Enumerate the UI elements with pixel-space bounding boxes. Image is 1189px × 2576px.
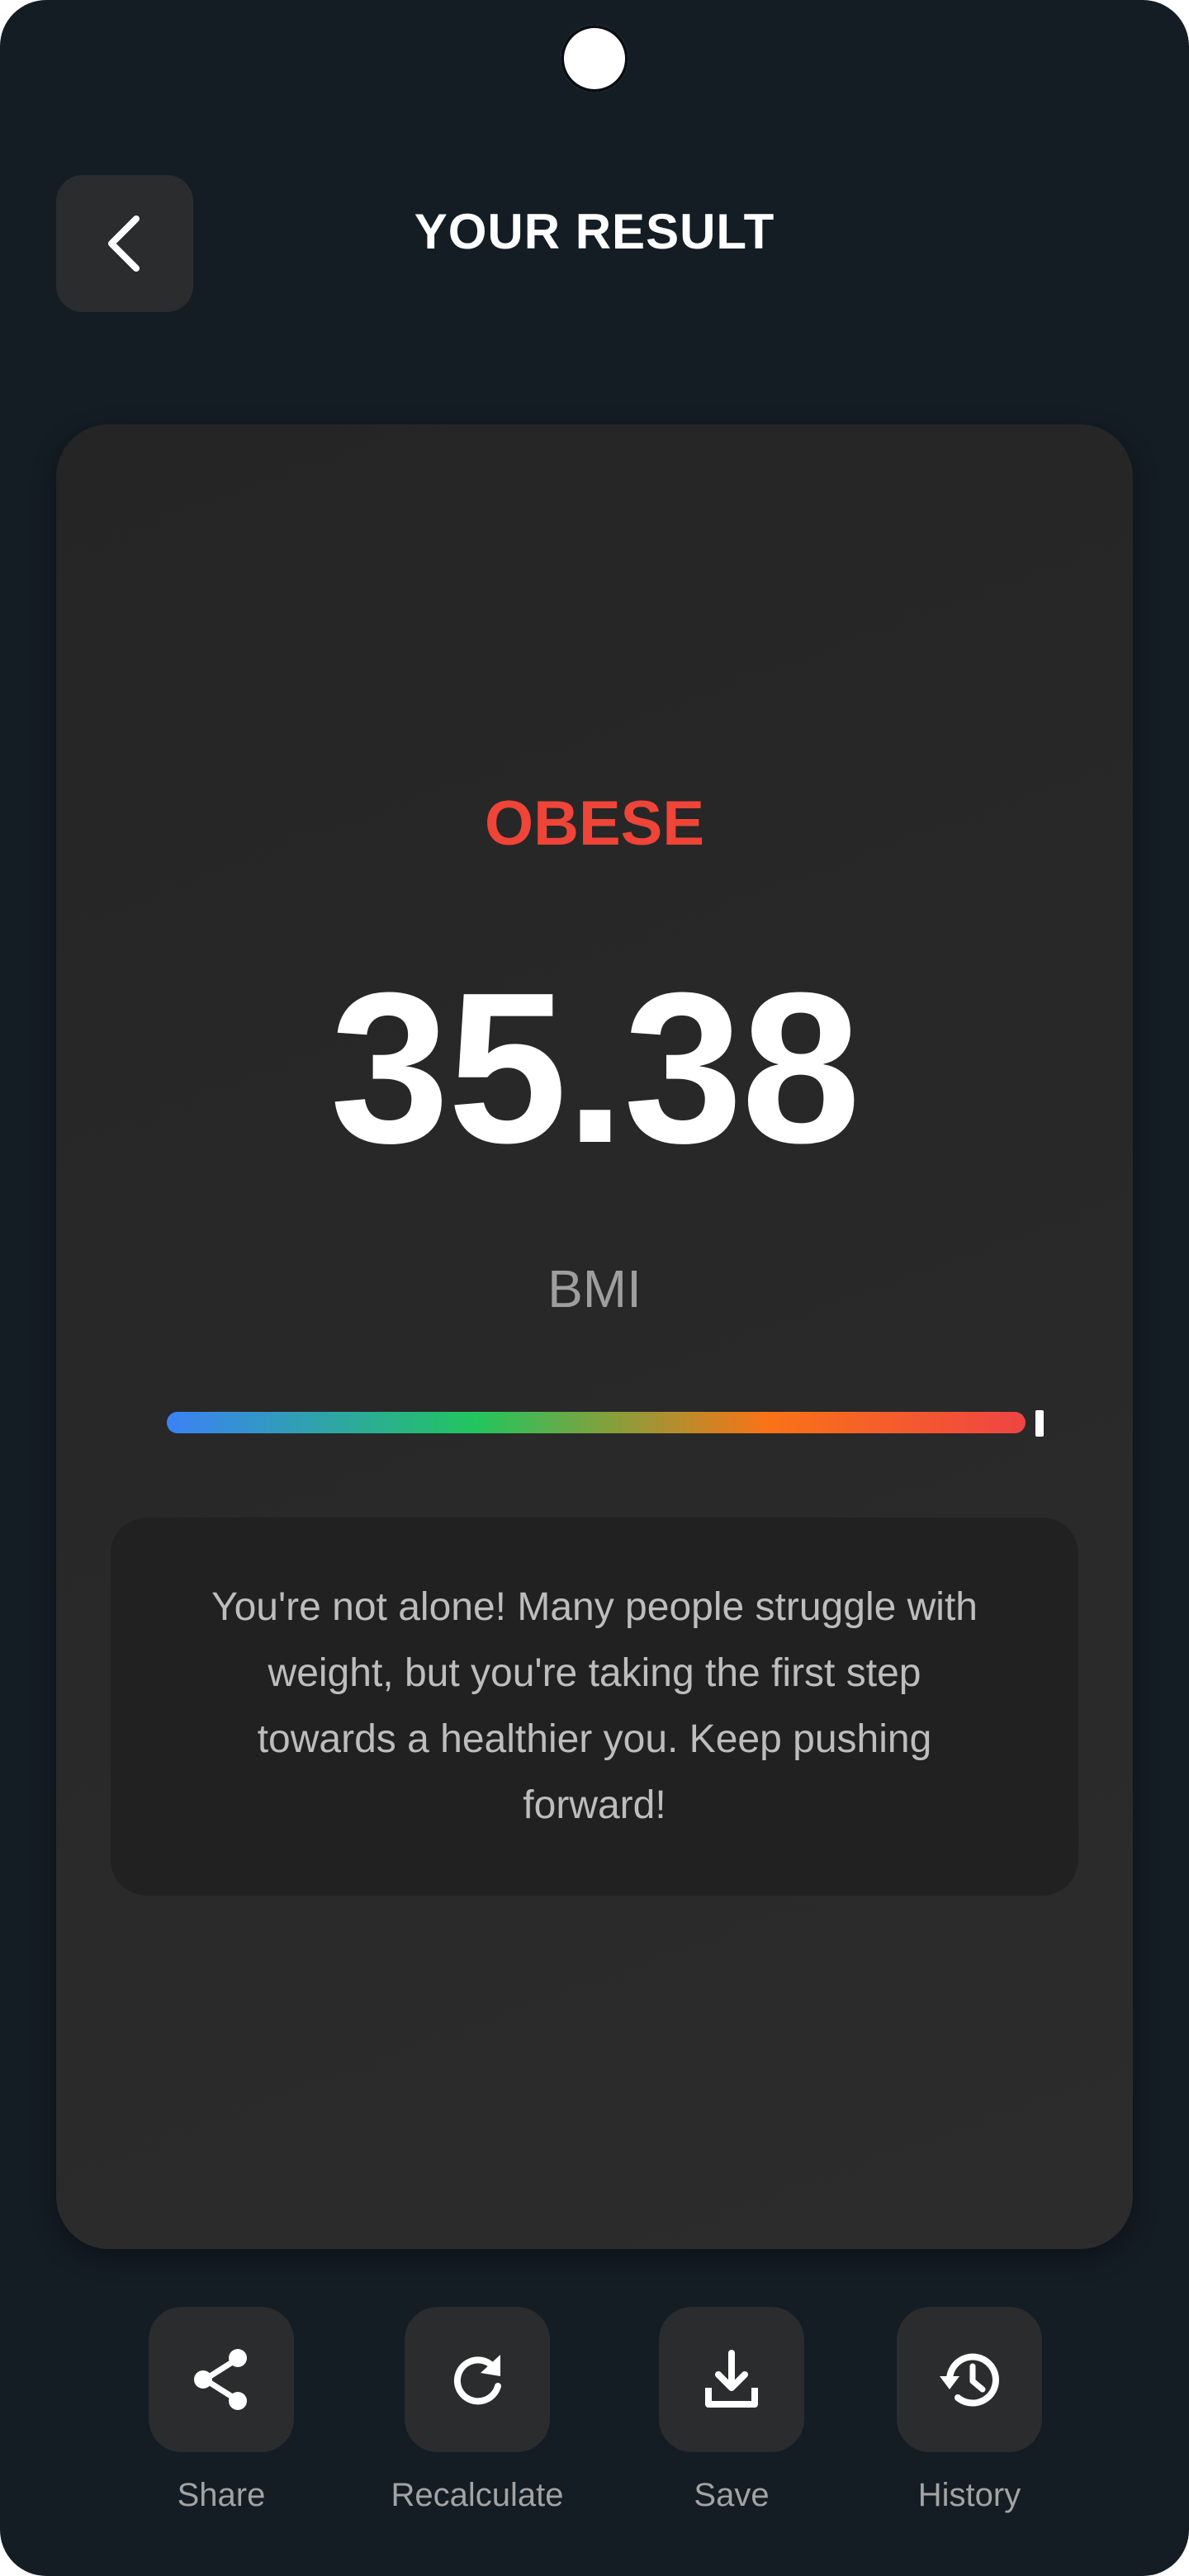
- bmi-label: BMI: [547, 1259, 642, 1319]
- refresh-icon: [443, 2345, 512, 2414]
- bmi-gauge-bar: [167, 1412, 1026, 1433]
- history-action: History: [870, 2307, 1068, 2514]
- app-screen: YOUR RESULT OBESE 35.38 BMI You're not a…: [0, 0, 1189, 2576]
- recalculate-action: Recalculate: [378, 2307, 576, 2514]
- history-icon: [935, 2345, 1004, 2414]
- camera-cutout: [561, 25, 628, 92]
- share-action: Share: [122, 2307, 320, 2514]
- share-icon: [187, 2345, 256, 2414]
- share-label: Share: [177, 2477, 266, 2513]
- motivation-message: You're not alone! Many people struggle w…: [211, 1585, 978, 1827]
- history-button[interactable]: [897, 2307, 1042, 2452]
- bmi-category: OBESE: [484, 788, 705, 859]
- save-label: Save: [694, 2477, 770, 2513]
- bmi-value: 35.38: [329, 949, 861, 1188]
- page-title: YOUR RESULT: [414, 204, 775, 259]
- action-bar: Share Recalculate Save History: [0, 2307, 1189, 2555]
- download-icon: [697, 2345, 766, 2414]
- save-action: Save: [632, 2307, 831, 2514]
- share-button[interactable]: [149, 2307, 294, 2452]
- save-button[interactable]: [659, 2307, 804, 2452]
- history-label: History: [917, 2477, 1021, 2513]
- result-card: OBESE 35.38 BMI You're not alone! Many p…: [56, 424, 1133, 2249]
- message-box: You're not alone! Many people struggle w…: [111, 1518, 1078, 1896]
- recalculate-button[interactable]: [405, 2307, 550, 2452]
- bmi-gauge-marker: [1035, 1410, 1044, 1437]
- recalculate-label: Recalculate: [391, 2477, 564, 2513]
